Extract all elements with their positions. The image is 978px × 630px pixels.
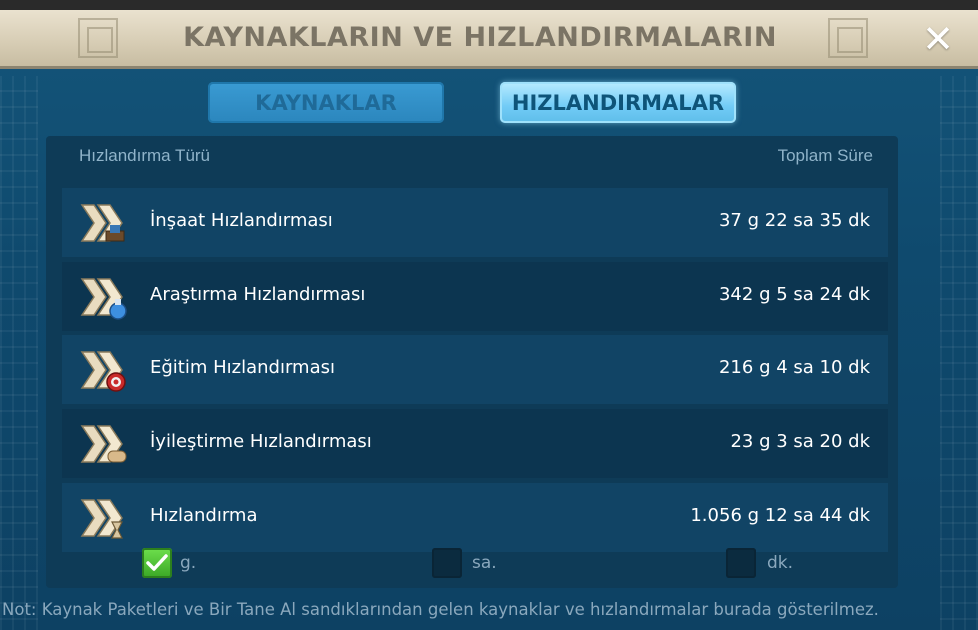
minutes-checkbox[interactable] xyxy=(726,548,756,578)
tab-speedups[interactable]: HIZLANDIRMALAR xyxy=(500,82,736,123)
table-row[interactable]: İyileştirme Hızlandırması 23 g 3 sa 20 d… xyxy=(62,409,888,478)
title-bar: KAYNAKLARIN VE HIZLANDIRMALARIN ✕ xyxy=(0,10,978,69)
research-speedup-icon xyxy=(80,278,127,320)
construction-speedup-icon xyxy=(80,204,125,242)
title-ornament-right xyxy=(828,18,868,58)
row-label: Araştırma Hızlandırması xyxy=(150,284,366,305)
header-speedup-type: Hızlandırma Türü xyxy=(79,146,211,165)
footer-note: Not: Kaynak Paketleri ve Bir Tane Al san… xyxy=(2,600,879,619)
row-total: 216 g 4 sa 10 dk xyxy=(718,357,870,378)
table-row[interactable]: Hızlandırma 1.056 g 12 sa 44 dk xyxy=(62,483,888,552)
right-border-ornament xyxy=(940,76,978,630)
universal-speedup-icon xyxy=(80,499,123,539)
hours-checkbox[interactable] xyxy=(432,548,462,578)
table-header: Hızlandırma Türü Toplam Süre xyxy=(79,146,873,170)
close-icon: ✕ xyxy=(922,17,954,61)
row-total: 37 g 22 sa 35 dk xyxy=(718,210,870,231)
table-row[interactable]: İnşaat Hızlandırması 37 g 22 sa 35 dk xyxy=(62,188,888,257)
table-row[interactable]: Araştırma Hızlandırması 342 g 5 sa 24 dk xyxy=(62,262,888,331)
row-total: 23 g 3 sa 20 dk xyxy=(730,431,870,452)
healing-speedup-icon xyxy=(80,425,127,463)
checkmark-icon xyxy=(146,554,168,571)
days-checkbox[interactable] xyxy=(142,548,172,578)
row-label: Eğitim Hızlandırması xyxy=(150,357,335,378)
page-title: KAYNAKLARIN VE HIZLANDIRMALARIN xyxy=(183,22,777,53)
row-label: İyileştirme Hızlandırması xyxy=(150,431,372,452)
training-speedup-icon xyxy=(80,351,126,392)
tab-resources[interactable]: KAYNAKLAR xyxy=(208,82,444,123)
hours-label: sa. xyxy=(472,553,497,573)
row-label: Hızlandırma xyxy=(150,505,258,526)
row-total: 1.056 g 12 sa 44 dk xyxy=(690,505,870,526)
table-row[interactable]: Eğitim Hızlandırması 216 g 4 sa 10 dk xyxy=(62,335,888,404)
row-total: 342 g 5 sa 24 dk xyxy=(718,284,870,305)
title-ornament-left xyxy=(78,18,118,58)
header-total-time: Toplam Süre xyxy=(777,146,873,165)
minutes-label: dk. xyxy=(767,553,794,573)
row-label: İnşaat Hızlandırması xyxy=(150,210,333,231)
close-button[interactable]: ✕ xyxy=(918,17,958,61)
days-label: g. xyxy=(180,553,197,573)
left-border-ornament xyxy=(0,76,38,630)
